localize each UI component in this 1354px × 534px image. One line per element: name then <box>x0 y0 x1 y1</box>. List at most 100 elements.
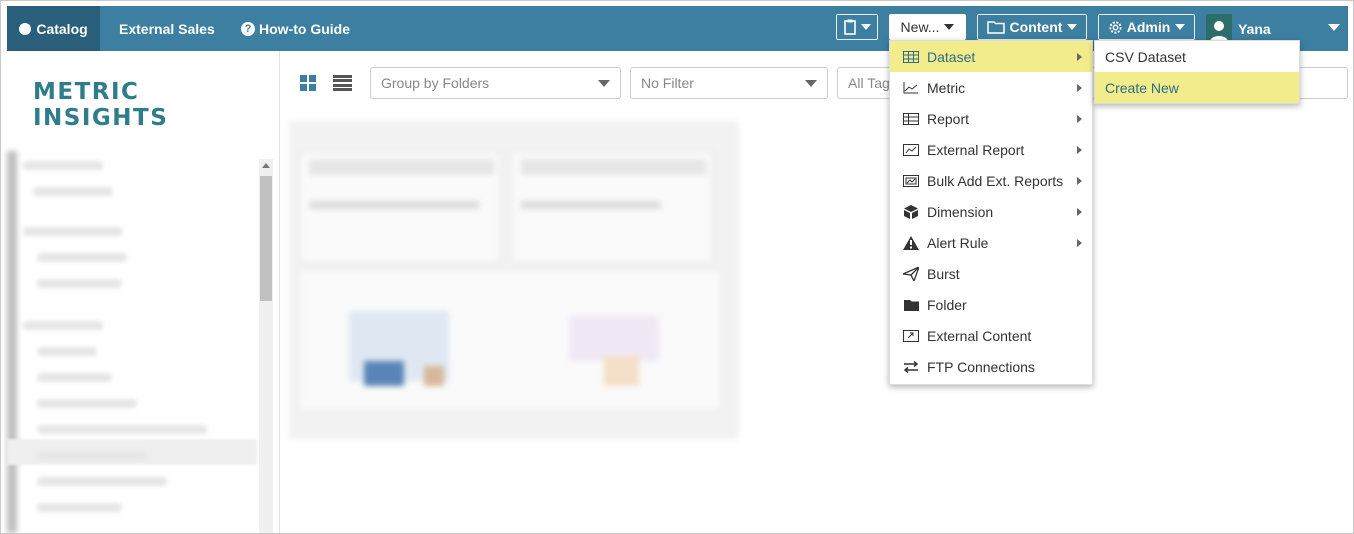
report-icon <box>902 112 920 125</box>
admin-button-label: Admin <box>1126 19 1171 35</box>
metric-insights-logo: METRIC INSIGHTS <box>33 79 169 131</box>
tab-catalog[interactable]: Catalog <box>7 6 100 51</box>
filter-value: No Filter <box>641 75 694 91</box>
user-dropdown-chevron-icon[interactable] <box>1328 24 1340 31</box>
content-button-label: Content <box>1009 19 1063 35</box>
blurred-row <box>37 399 137 408</box>
menu-item-label: Bulk Add Ext. Reports <box>927 172 1064 189</box>
submenu-item-label: CSV Dataset <box>1105 48 1186 65</box>
blurred-row <box>23 161 103 170</box>
list-view-icon[interactable] <box>333 75 352 91</box>
menu-item-metric[interactable]: Metric <box>890 72 1092 103</box>
content-dropdown-button[interactable]: Content <box>977 14 1087 40</box>
menu-item-label: Alert Rule <box>927 234 989 251</box>
admin-dropdown-button[interactable]: Admin <box>1098 14 1195 40</box>
chevron-down-icon <box>805 80 817 87</box>
menu-item-external-report[interactable]: External Report <box>890 134 1092 165</box>
tab-howto-guide[interactable]: ? How-to Guide <box>241 6 350 51</box>
avatar[interactable] <box>1206 14 1232 42</box>
menu-item-label: FTP Connections <box>927 358 1035 375</box>
chevron-right-icon <box>1077 53 1082 61</box>
chevron-right-icon <box>1077 84 1082 92</box>
menu-item-ftp-connections[interactable]: FTP Connections <box>890 351 1092 382</box>
line-chart-icon <box>902 81 920 94</box>
new-dropdown-menu: Dataset Metric Report External Report Bu… <box>889 40 1093 385</box>
blurred-catalog-content <box>289 121 741 441</box>
clipboard-icon <box>843 19 856 35</box>
folder-icon <box>902 299 920 311</box>
new-dropdown-button[interactable]: New... <box>889 14 966 40</box>
question-icon: ? <box>241 21 255 36</box>
group-by-select[interactable]: Group by Folders <box>370 67 621 99</box>
menu-item-burst[interactable]: Burst <box>890 258 1092 289</box>
menu-item-alert-rule[interactable]: Alert Rule <box>890 227 1092 258</box>
chevron-right-icon <box>1077 115 1082 123</box>
menu-item-dimension[interactable]: Dimension <box>890 196 1092 227</box>
new-button-label: New... <box>900 19 940 35</box>
blurred-row <box>37 253 127 262</box>
blurred-row <box>33 187 113 196</box>
blurred-row <box>37 279 122 288</box>
chevron-right-icon <box>1077 208 1082 216</box>
menu-item-label: External Report <box>927 141 1025 158</box>
chevron-down-icon <box>1175 24 1186 30</box>
table-icon <box>902 50 920 63</box>
chevron-right-icon <box>1077 239 1082 247</box>
external-content-icon <box>902 329 920 342</box>
chevron-down-icon <box>1067 24 1078 30</box>
menu-item-label: Folder <box>927 296 967 313</box>
submenu-item-label: Create New <box>1105 79 1179 96</box>
menu-item-folder[interactable]: Folder <box>890 289 1092 320</box>
grid-view-icon[interactable] <box>300 75 316 91</box>
cube-icon <box>902 204 920 219</box>
tab-external-sales[interactable]: External Sales <box>119 6 215 51</box>
chevron-down-icon <box>944 24 955 30</box>
blurred-tree-edge <box>7 151 17 533</box>
blurred-row <box>37 347 97 356</box>
bulk-report-icon <box>902 174 920 187</box>
blurred-row <box>37 451 147 460</box>
menu-item-label: Burst <box>927 265 960 282</box>
app-window: Catalog External Sales ? How-to Guide Ne… <box>0 0 1354 534</box>
gear-icon <box>1109 20 1122 34</box>
blurred-row <box>37 477 167 486</box>
menu-item-label: Dimension <box>927 203 994 220</box>
user-name: Yana <box>1238 20 1271 37</box>
chevron-down-icon <box>860 24 871 30</box>
menu-item-label: Report <box>927 110 970 127</box>
chevron-down-icon <box>598 80 610 87</box>
user-icon <box>1210 21 1228 42</box>
filter-select[interactable]: No Filter <box>630 67 828 99</box>
tab-catalog-label: Catalog <box>36 20 88 37</box>
clipboard-dropdown-button[interactable] <box>836 14 878 40</box>
submenu-item-create-new[interactable]: Create New <box>1095 72 1299 103</box>
submenu-item-csv-dataset[interactable]: CSV Dataset <box>1095 41 1299 72</box>
folder-outline-icon <box>986 21 1005 34</box>
group-by-value: Group by Folders <box>381 75 490 91</box>
transfer-icon <box>902 360 920 373</box>
scrollbar-thumb[interactable] <box>260 176 272 301</box>
blurred-row <box>23 227 123 236</box>
blurred-row <box>23 321 103 330</box>
menu-item-external-content[interactable]: External Content <box>890 320 1092 351</box>
scroll-up-arrow-icon[interactable] <box>262 163 270 168</box>
tab-howto-label: How-to Guide <box>259 20 350 37</box>
external-report-icon <box>902 143 920 156</box>
paper-plane-icon <box>902 266 920 281</box>
left-folder-panel: METRIC INSIGHTS <box>7 51 280 533</box>
menu-item-label: Dataset <box>927 48 976 65</box>
menu-item-label: External Content <box>927 327 1032 344</box>
menu-item-label: Metric <box>927 79 966 96</box>
menu-item-report[interactable]: Report <box>890 103 1092 134</box>
blurred-row <box>37 503 122 512</box>
blurred-row <box>37 425 207 434</box>
tab-external-sales-label: External Sales <box>119 20 215 37</box>
menu-item-bulk-add-ext-reports[interactable]: Bulk Add Ext. Reports <box>890 165 1092 196</box>
chevron-right-icon <box>1077 146 1082 154</box>
dataset-submenu: CSV Dataset Create New <box>1094 40 1300 104</box>
blurred-row <box>37 373 112 382</box>
menu-item-dataset[interactable]: Dataset <box>890 41 1092 72</box>
circle-icon <box>19 22 32 35</box>
warning-icon <box>902 235 920 250</box>
chevron-right-icon <box>1077 177 1082 185</box>
